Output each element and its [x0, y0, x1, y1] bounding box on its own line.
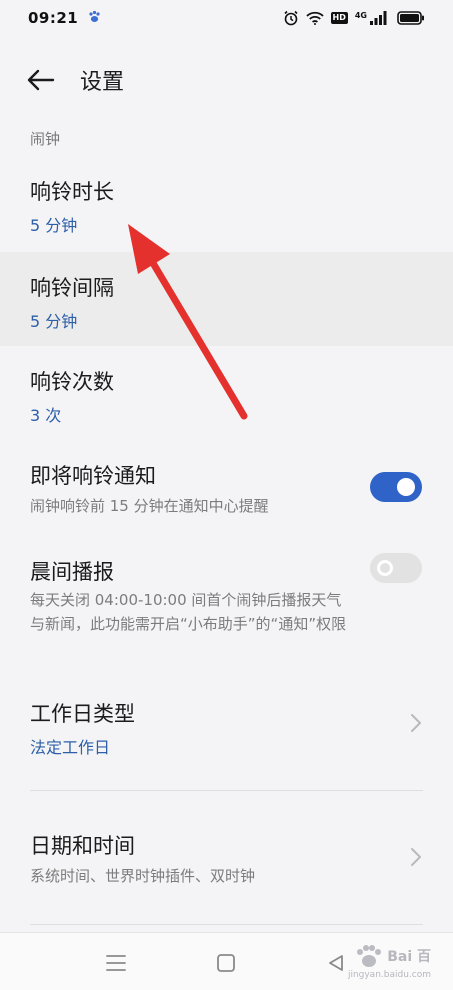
divider	[30, 790, 423, 791]
setting-morning-broadcast[interactable]: 晨间播报 每天关闭 04:00-10:00 间首个闹钟后播报天气与新闻，此功能需…	[0, 540, 453, 670]
setting-upcoming-notice[interactable]: 即将响铃通知 闹钟响铃前 15 分钟在通知中心提醒	[0, 444, 453, 534]
watermark-url: jingyan.baidu.com	[347, 970, 431, 980]
network-type-label: 4G	[354, 11, 367, 20]
setting-description: 系统时间、世界时钟插件、双时钟	[30, 867, 256, 885]
status-bar: 09:21 HD 4G	[0, 0, 453, 36]
setting-title: 响铃间隔	[30, 276, 114, 300]
triangle-back-icon	[329, 955, 343, 971]
setting-workday-type[interactable]: 工作日类型 法定工作日	[0, 684, 453, 774]
setting-date-time[interactable]: 日期和时间 系统时间、世界时钟插件、双时钟	[0, 816, 453, 906]
chevron-right-icon	[411, 848, 421, 866]
home-button[interactable]	[214, 951, 238, 975]
watermark-logo-text: Bai 百	[387, 949, 431, 965]
setting-value: 5 分钟	[30, 312, 78, 331]
battery-icon	[397, 11, 425, 25]
toggle-knob	[377, 560, 393, 576]
paw-logo-icon	[357, 945, 382, 967]
baidu-watermark: Bai 百 jingyan.baidu.com	[348, 944, 431, 980]
app-bar: 设置	[0, 52, 453, 108]
square-icon	[217, 954, 235, 972]
setting-ring-duration[interactable]: 响铃时长 5 分钟	[0, 168, 453, 250]
setting-ring-interval[interactable]: 响铃间隔 5 分钟	[0, 252, 453, 346]
setting-value: 5 分钟	[30, 216, 78, 235]
signal-icon	[370, 11, 390, 25]
wifi-icon	[305, 11, 324, 25]
setting-title: 晨间播报	[30, 560, 114, 584]
setting-value: 法定工作日	[30, 738, 111, 757]
back-nav-button[interactable]	[324, 951, 348, 975]
setting-title: 即将响铃通知	[30, 464, 156, 488]
divider	[30, 924, 423, 925]
setting-description: 闹钟响铃前 15 分钟在通知中心提醒	[30, 497, 269, 515]
setting-ring-count[interactable]: 响铃次数 3 次	[0, 348, 453, 438]
setting-title: 响铃次数	[30, 370, 114, 394]
page-title: 设置	[80, 70, 125, 95]
setting-title: 工作日类型	[30, 702, 135, 726]
setting-title: 日期和时间	[30, 834, 135, 858]
chevron-right-icon	[411, 714, 421, 732]
recents-button[interactable]	[104, 951, 128, 975]
alarm-clock-icon	[283, 10, 299, 26]
menu-icon	[106, 955, 126, 971]
status-time: 09:21	[28, 9, 79, 27]
setting-title: 响铃时长	[30, 180, 114, 204]
toggle-knob	[397, 478, 415, 496]
status-icons: HD 4G	[283, 10, 425, 26]
setting-value: 3 次	[30, 406, 62, 425]
arrow-left-icon	[27, 69, 55, 91]
section-label-alarm: 闹钟	[30, 130, 61, 148]
upcoming-notice-toggle[interactable]	[370, 472, 422, 502]
morning-broadcast-toggle[interactable]	[370, 553, 422, 583]
setting-description: 每天关闭 04:00-10:00 间首个闹钟后播报天气与新闻，此功能需开启“小布…	[30, 591, 347, 633]
paw-icon	[88, 10, 101, 27]
hd-voice-badge: HD	[330, 12, 348, 24]
back-button[interactable]	[24, 66, 58, 94]
